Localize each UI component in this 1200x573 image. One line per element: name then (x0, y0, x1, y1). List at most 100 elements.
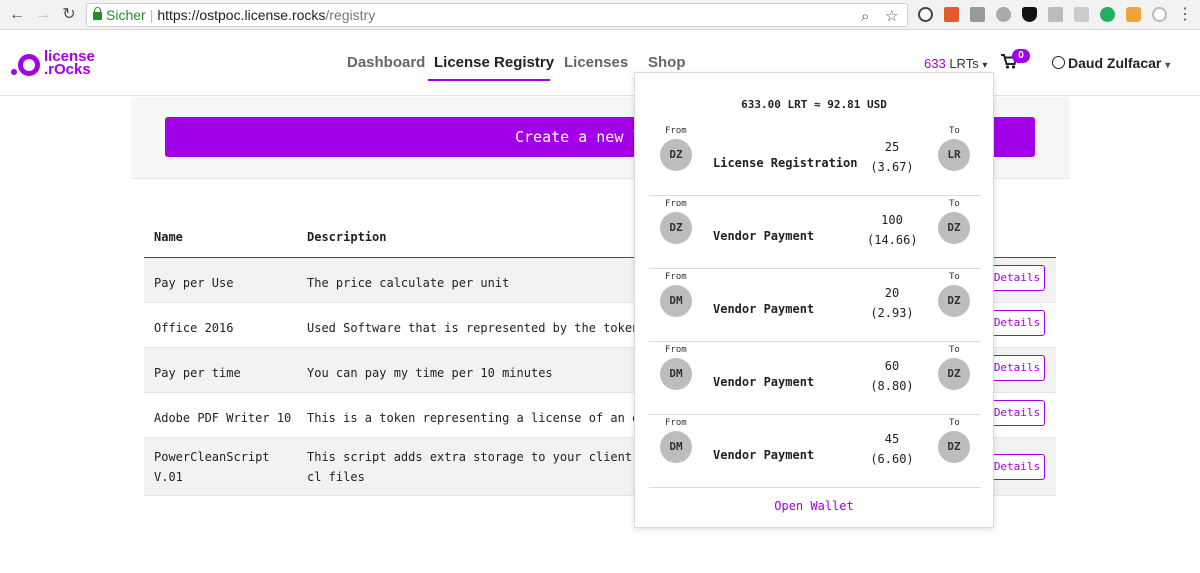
camera-extension-icon[interactable] (1048, 7, 1063, 22)
lrt-unit: LRTs (949, 56, 979, 71)
row-description: This script adds extra storage to your c… (307, 450, 640, 484)
wallet-dropdown: 633.00 LRT ≈ 92.81 USD From To DZ Licens… (634, 72, 994, 528)
cart-count-badge: 0 (1012, 49, 1030, 63)
recipient-avatar: DZ (938, 431, 970, 463)
row-name: Pay per time (154, 366, 241, 380)
address-bar[interactable]: Sicher | https://ostpoc.license.rocks/regi… (86, 3, 908, 27)
transaction-type: Vendor Payment (713, 448, 815, 462)
transaction-amount: 25 (3.67) (867, 137, 917, 177)
bookmark-star-icon[interactable]: ☆ (885, 6, 898, 28)
logo-dot-icon (11, 69, 17, 75)
lrt-balance-toggle[interactable]: 633 LRTs ▾ (924, 56, 987, 71)
nav-shop[interactable]: Shop (648, 54, 686, 71)
amount-usd: (6.60) (870, 452, 914, 466)
transaction-item[interactable]: From To DM Vendor Payment 20 (2.93) DZ (649, 269, 981, 342)
wallet-balance: 633.00 LRT ≈ 92.81 USD (741, 98, 887, 111)
sender-avatar: DM (660, 431, 692, 463)
sender-avatar: DZ (660, 139, 692, 171)
nav-dashboard[interactable]: Dashboard (347, 54, 425, 71)
secure-label: Sicher (106, 7, 146, 23)
transaction-item[interactable]: From To DZ License Registration 25 (3.67… (649, 123, 981, 196)
amount-lrt: 60 (884, 359, 900, 373)
url-path: /registry (325, 7, 376, 23)
transaction-amount: 45 (6.60) (867, 429, 917, 469)
reload-icon[interactable]: ↻ (58, 4, 80, 26)
transaction-type: Vendor Payment (713, 302, 815, 316)
recipient-avatar: DZ (938, 358, 970, 390)
logo-text[interactable]: license .rOcks (44, 49, 95, 78)
logo-line-2: .rOcks (44, 61, 91, 78)
from-label: From (665, 126, 687, 136)
chevron-down-icon: ▾ (982, 60, 988, 71)
to-label: To (949, 126, 960, 136)
user-name: Daud Zulfacar (1068, 55, 1162, 71)
column-header-name: Name (154, 230, 183, 244)
cloud-extension-icon[interactable] (996, 7, 1011, 22)
screen-extension-icon[interactable] (1074, 7, 1089, 22)
details-button[interactable]: Details (989, 355, 1045, 381)
circle-extension-icon[interactable] (1152, 7, 1167, 22)
from-label: From (665, 199, 687, 209)
nav-licenses[interactable]: Licenses (564, 54, 628, 71)
back-arrow-icon[interactable]: ← (6, 4, 28, 26)
to-label: To (949, 199, 960, 209)
sender-avatar: DM (660, 285, 692, 317)
green-balloon-extension-icon[interactable] (1100, 7, 1115, 22)
row-description: The price calculate per unit (307, 276, 510, 290)
browser-menu-icon[interactable]: ⋮ (1174, 4, 1196, 26)
recipient-avatar: DZ (938, 285, 970, 317)
lock-icon (93, 7, 102, 20)
transaction-amount: 60 (8.80) (867, 356, 917, 396)
row-name: Pay per Use (154, 276, 234, 290)
transaction-item[interactable]: From To DZ Vendor Payment 100 (14.66) DZ (649, 196, 981, 269)
transaction-item[interactable]: From To DM Vendor Payment 60 (8.80) DZ (649, 342, 981, 415)
amount-lrt: 25 (884, 140, 900, 154)
nav-license-registry[interactable]: License Registry (434, 54, 554, 71)
address-separator: | (149, 7, 154, 23)
amount-usd: (8.80) (870, 379, 914, 393)
metamask-fox-icon[interactable] (1126, 7, 1141, 22)
open-wallet-link[interactable]: Open Wallet (635, 499, 993, 513)
user-menu[interactable]: Daud Zulfacar ▾ (1052, 55, 1170, 71)
calendar-extension-icon[interactable] (944, 7, 959, 22)
user-chevron-down-icon: ▾ (1165, 60, 1171, 71)
transaction-type: License Registration (713, 156, 858, 170)
row-name: Office 2016 (154, 321, 234, 335)
transaction-type: Vendor Payment (713, 229, 815, 243)
row-description: This is a token representing a license o… (307, 411, 647, 425)
info-extension-icon[interactable] (918, 7, 933, 22)
from-label: From (665, 272, 687, 282)
details-button[interactable]: Details (989, 400, 1045, 426)
recipient-avatar: LR (938, 139, 970, 171)
forward-arrow-icon[interactable]: → (32, 4, 54, 26)
eyedropper-extension-icon[interactable] (970, 7, 985, 22)
column-header-description: Description (307, 230, 387, 244)
logo-ring-icon[interactable] (18, 54, 40, 76)
sender-avatar: DZ (660, 212, 692, 244)
details-button[interactable]: Details (989, 265, 1045, 291)
app-navbar: license .rOcks Dashboard License Registr… (0, 30, 1200, 96)
sender-avatar: DM (660, 358, 692, 390)
amount-lrt: 20 (884, 286, 900, 300)
amount-lrt: 100 (881, 213, 903, 227)
details-button[interactable]: Details (989, 454, 1045, 480)
transaction-amount: 20 (2.93) (867, 283, 917, 323)
active-tab-underline (428, 79, 550, 81)
recipient-avatar: DZ (938, 212, 970, 244)
row-description: You can pay my time per 10 minutes (307, 366, 553, 380)
from-label: From (665, 345, 687, 355)
row-name: Adobe PDF Writer 10 (154, 411, 292, 425)
browser-toolbar: ← → ↻ Sicher | https://ostpoc.license.rock… (0, 0, 1200, 30)
transaction-item[interactable]: From To DM Vendor Payment 45 (6.60) DZ (649, 415, 981, 488)
to-label: To (949, 418, 960, 428)
amount-usd: (14.66) (867, 233, 918, 247)
details-button[interactable]: Details (989, 310, 1045, 336)
zoom-icon[interactable]: ⌕ (861, 6, 869, 28)
shield-extension-icon[interactable] (1022, 7, 1037, 22)
url-host: https://ostpoc.license.rocks (157, 7, 326, 23)
amount-usd: (3.67) (870, 160, 914, 174)
amount-lrt: 45 (884, 432, 900, 446)
row-description: Used Software that is represented by the… (307, 321, 640, 335)
from-label: From (665, 418, 687, 428)
lrt-count: 633 (924, 56, 946, 71)
